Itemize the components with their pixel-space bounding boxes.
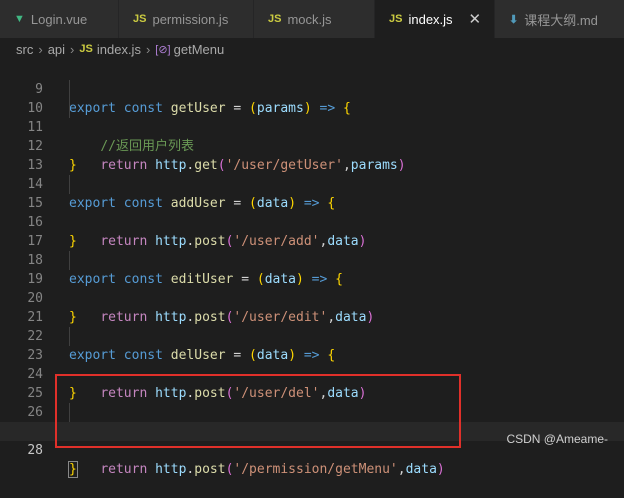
js-icon: JS [389, 13, 403, 25]
code-line-11: 11 return http.get('/user/getUser',param… [0, 99, 624, 173]
tab-label: 课程大纲.md [524, 12, 598, 28]
code-line-19: 19 return http.post('/user/edit',data) [0, 251, 624, 325]
breadcrumb-item-file[interactable]: index.js [97, 42, 141, 57]
code-line-20: 20 } [0, 270, 624, 325]
line-code: } [68, 460, 78, 479]
breadcrumb-item-src[interactable]: src [16, 42, 33, 57]
js-icon: JS [268, 13, 282, 25]
code-line-13: 13 [0, 137, 624, 173]
code-line-18: 18 export const editUser = (data) => { [0, 232, 624, 287]
breadcrumb-item-api[interactable]: api [48, 42, 65, 57]
js-icon: JS [79, 43, 93, 55]
matched-bracket: } [68, 461, 78, 478]
code-line-12: 12 } [0, 118, 624, 173]
chevron-right-icon: › [70, 41, 75, 57]
tab-mock-js[interactable]: JS mock.js [254, 0, 375, 38]
tab-label: permission.js [152, 11, 229, 27]
tab-index-js[interactable]: JS index.js ✕ [375, 0, 495, 38]
vue-icon: ▼ [14, 13, 25, 25]
line-number: 28 [27, 443, 43, 458]
code-line-10: 10 //返回用户列表 [0, 80, 624, 154]
code-line-15: 15 return http.post('/user/add',data) [0, 175, 624, 249]
code-line-9: 9 export const getUser = (params) => { [0, 61, 624, 116]
code-line-24: 24 } [0, 346, 624, 401]
tab-label: Login.vue [30, 11, 88, 27]
code-line-21: 21 [0, 289, 624, 325]
watermark: CSDN @Ameame- [506, 432, 608, 446]
markdown-icon: ⬇ [509, 13, 519, 26]
indent-guide [69, 403, 70, 422]
js-icon: JS [133, 13, 147, 25]
chevron-right-icon: › [145, 41, 151, 57]
code-line-17: 17 [0, 213, 624, 249]
indent-guide [69, 80, 70, 99]
indent-guide [69, 99, 70, 118]
indent-guide [69, 251, 70, 270]
close-icon[interactable]: ✕ [469, 10, 482, 28]
code-line-25: 25 [0, 365, 624, 401]
code-line-16: 16 } [0, 194, 624, 249]
code-line-14: 14 export const addUser = (data) => { [0, 156, 624, 211]
tab-label: mock.js [287, 11, 332, 27]
code-line-23: 23 return http.post('/user/del',data) [0, 327, 624, 401]
tab-course-outline-md[interactable]: ⬇ 课程大纲.md [495, 0, 624, 38]
line-code: return http.post('/permission/getMenu',d… [100, 462, 445, 477]
tab-label: index.js [408, 11, 453, 27]
indent-guide [69, 327, 70, 346]
code-line-26: 26 export const getMenu = (data) => { [0, 384, 624, 440]
tab-bar: ▼ Login.vue JS permission.js JS mock.js … [0, 0, 624, 38]
breadcrumb-item-symbol[interactable]: getMenu [174, 42, 225, 57]
function-symbol-icon: [⊘] [155, 43, 171, 56]
chevron-right-icon: › [38, 41, 43, 57]
code-line-27: 27 return http.post('/permission/getMenu… [0, 403, 624, 477]
breadcrumb: src › api › JS index.js › [⊘] getMenu [0, 38, 624, 60]
code-line-22: 22 export const delUser = (data) => { [0, 308, 624, 363]
indent-guide [69, 175, 70, 194]
tab-permission-js[interactable]: JS permission.js [119, 0, 254, 38]
code-editor[interactable]: 9 export const getUser = (params) => { 1… [0, 60, 624, 478]
tab-login-vue[interactable]: ▼ Login.vue [0, 0, 119, 38]
